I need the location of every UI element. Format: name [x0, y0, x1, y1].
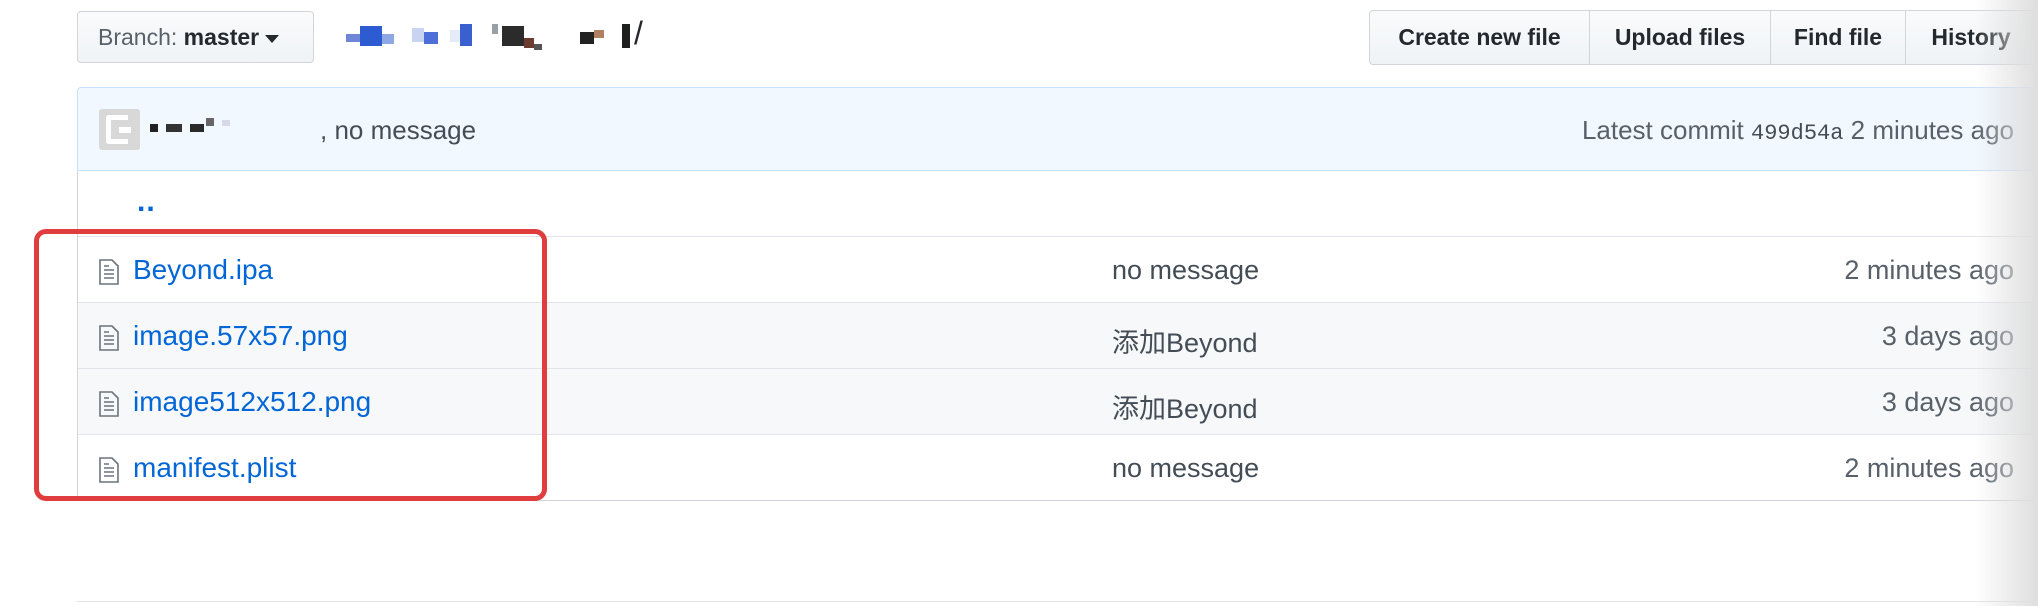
file-name-link[interactable]: image.57x57.png [133, 320, 348, 352]
file-icon [99, 325, 119, 351]
file-row: image512x512.png 添加Beyond 3 days ago [78, 369, 2037, 435]
branch-label: Branch: [98, 24, 178, 50]
parent-directory-link[interactable]: .. [137, 185, 156, 219]
breadcrumb-separator: / [634, 15, 643, 51]
file-age: 2 minutes ago [1844, 453, 2014, 483]
branch-name: master [183, 24, 260, 50]
file-icon [99, 457, 119, 483]
avatar[interactable] [99, 109, 140, 150]
file-row: image.57x57.png 添加Beyond 3 days ago [78, 303, 2037, 369]
file-name-link[interactable]: Beyond.ipa [133, 254, 273, 286]
parent-directory-row: .. [78, 171, 2037, 237]
file-age: 3 days ago [1881, 321, 2014, 351]
file-commit-message[interactable]: 添加Beyond [1112, 321, 1258, 360]
latest-commit-info: Latest commit 499d54a 2 minutes ago [1582, 115, 2014, 146]
file-icon [99, 391, 119, 417]
commit-sha-link[interactable]: 499d54a [1751, 121, 1843, 146]
create-new-file-button[interactable]: Create new file [1369, 10, 1590, 65]
file-commit-message[interactable]: no message [1112, 255, 1259, 286]
upload-files-button[interactable]: Upload files [1589, 10, 1771, 65]
file-commit-message[interactable]: 添加Beyond [1112, 387, 1258, 426]
file-row: manifest.plist no message 2 minutes ago [78, 435, 2037, 501]
history-button[interactable]: History [1905, 10, 2037, 65]
file-list: .. Beyond.ipa no message 2 minutes ago i… [77, 171, 2038, 501]
commit-time: 2 minutes ago [1850, 115, 2014, 145]
file-actions: Create new file Upload files Find file H… [1369, 10, 2037, 65]
file-name-link[interactable]: image512x512.png [133, 386, 371, 418]
file-age: 2 minutes ago [1844, 255, 2014, 285]
divider [77, 601, 2038, 602]
file-name-link[interactable]: manifest.plist [133, 452, 296, 484]
find-file-button[interactable]: Find file [1770, 10, 1906, 65]
file-icon [99, 259, 119, 285]
latest-commit-label: Latest commit [1581, 115, 1744, 145]
caret-down-icon [265, 34, 280, 43]
file-row: Beyond.ipa no message 2 minutes ago [78, 237, 2037, 303]
breadcrumb-repo-link[interactable] [346, 22, 636, 54]
commit-message[interactable]: , no message [320, 115, 476, 146]
branch-selector-button[interactable]: Branch: master [77, 11, 314, 63]
file-commit-message[interactable]: no message [1112, 453, 1259, 484]
commit-bar: , no message Latest commit 499d54a 2 min… [77, 87, 2038, 171]
file-age: 3 days ago [1881, 387, 2014, 417]
